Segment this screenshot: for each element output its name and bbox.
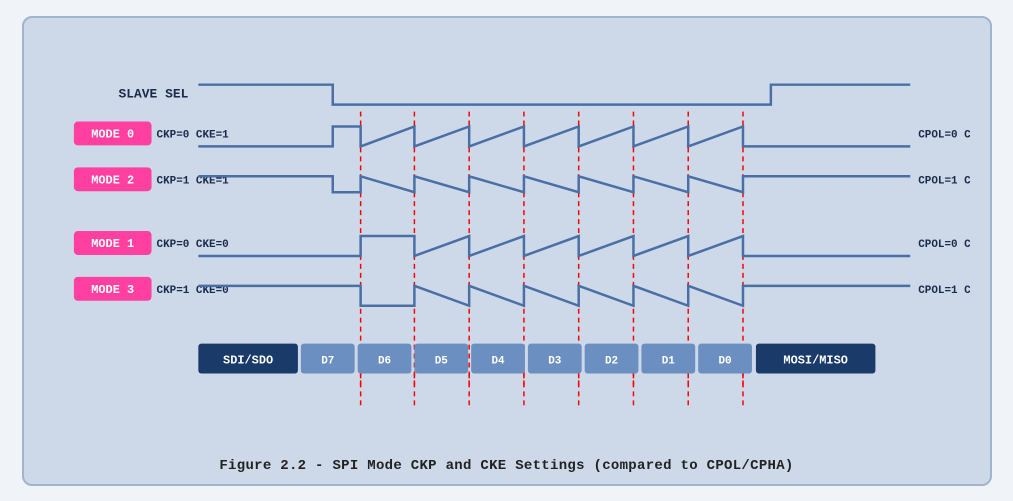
- mode0-cpol-cpha: CPOL=0 CPHA=0: [918, 129, 970, 141]
- mode0-badge: MODE 0: [91, 127, 134, 141]
- waveform-svg: text { font-family: 'Courier New', Couri…: [44, 38, 970, 450]
- sdi-sdo-label: SDI/SDO: [223, 353, 273, 367]
- d5-label: D5: [434, 355, 447, 367]
- d4-label: D4: [491, 355, 505, 367]
- mode2-cpol-cpha: CPOL=1 CPHA=0: [918, 175, 970, 187]
- d7-label: D7: [321, 355, 334, 367]
- d6-label: D6: [377, 355, 390, 367]
- d2-label: D2: [604, 355, 617, 367]
- d0-label: D0: [718, 355, 731, 367]
- mode1-badge: MODE 1: [91, 236, 134, 250]
- outer-container: text { font-family: 'Courier New', Couri…: [22, 16, 992, 486]
- mode1-cpol-cpha: CPOL=0 CPHA=1: [918, 238, 970, 250]
- d1-label: D1: [661, 355, 675, 367]
- mode2-badge: MODE 2: [91, 173, 134, 187]
- mosi-miso-label: MOSI/MISO: [783, 353, 847, 367]
- d3-label: D3: [548, 355, 562, 367]
- mode1-ckp-cke: CKP=0 CKE=0: [156, 238, 228, 250]
- slave-sel-label: SLAVE SEL: [118, 86, 188, 101]
- mode0-ckp-cke: CKP=0 CKE=1: [156, 129, 229, 141]
- mode3-badge: MODE 3: [91, 282, 134, 296]
- diagram-area: text { font-family: 'Courier New', Couri…: [44, 38, 970, 450]
- figure-caption: Figure 2.2 - SPI Mode CKP and CKE Settin…: [44, 450, 970, 474]
- mode3-cpol-cpha: CPOL=1 CPHA=1: [918, 284, 970, 296]
